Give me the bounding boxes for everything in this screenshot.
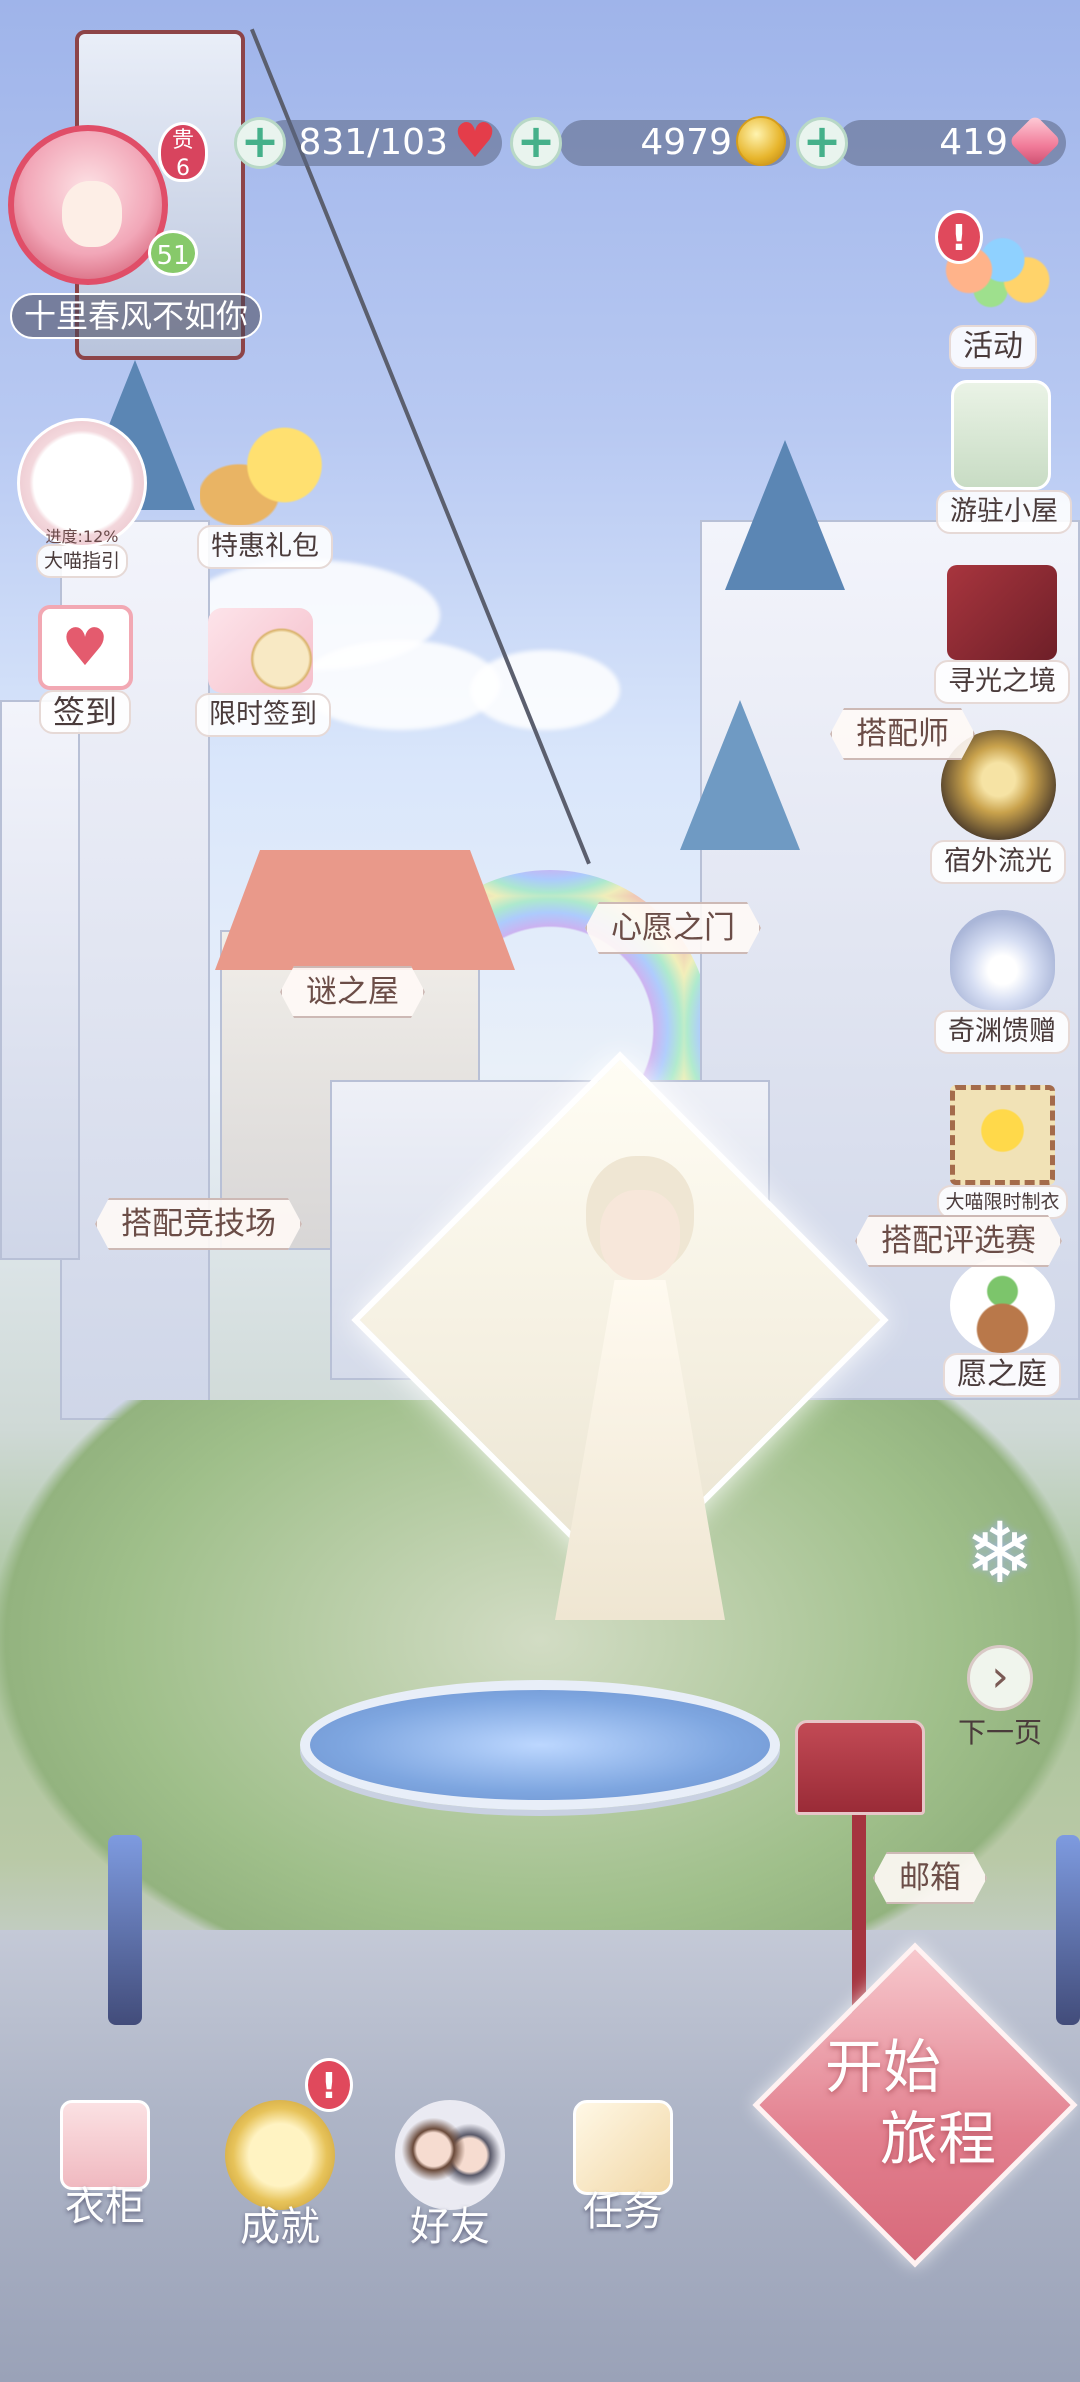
character-figure[interactable] bbox=[555, 1150, 725, 1630]
guide-progress: 进度:12% bbox=[45, 527, 119, 546]
abyss-gift-button[interactable]: 奇渊馈赠 bbox=[932, 910, 1072, 1054]
next-page-label: 下一页 bbox=[957, 1716, 1042, 1749]
wardrobe-icon bbox=[60, 2100, 150, 2190]
heart-icon: ♥ bbox=[453, 113, 497, 169]
vip-label: 贵 bbox=[171, 128, 194, 153]
stylist-sign[interactable]: 搭配师 bbox=[830, 708, 975, 760]
limited-sign-in-label: 限时签到 bbox=[195, 693, 331, 737]
special-pack-label: 特惠礼包 bbox=[197, 525, 333, 569]
character-head bbox=[600, 1190, 680, 1280]
castle-left-wing bbox=[0, 700, 80, 1260]
special-pack-button[interactable]: 特惠礼包 bbox=[195, 425, 335, 569]
sprout-icon bbox=[949, 1258, 1055, 1353]
snowflake-icon[interactable]: ❄ bbox=[955, 1508, 1045, 1598]
vip-badge[interactable]: 贵 6 bbox=[158, 122, 208, 182]
light-quest-button[interactable]: 寻光之境 bbox=[932, 565, 1072, 704]
friends-icon bbox=[395, 2100, 505, 2210]
momo-stamp-icon bbox=[950, 1085, 1055, 1185]
player-name[interactable]: 十里春风不如你 bbox=[10, 293, 262, 339]
clock-calendar-icon bbox=[207, 608, 313, 693]
next-page-icon: › bbox=[967, 1645, 1033, 1711]
lamp-post-left bbox=[108, 1835, 142, 2025]
wish-garden-button[interactable]: 愿之庭 bbox=[932, 1258, 1072, 1397]
add-gold-button[interactable]: + bbox=[510, 117, 562, 169]
activity-alert-badge: ! bbox=[935, 210, 983, 264]
nav-tasks[interactable]: 任务 bbox=[548, 2100, 698, 2237]
castle-right-roof-b bbox=[680, 700, 800, 850]
player-avatar[interactable] bbox=[8, 125, 168, 285]
wish-gate-sign[interactable]: 心愿之门 bbox=[585, 902, 761, 954]
lantern-label: 宿外流光 bbox=[930, 840, 1066, 884]
mailbox-box[interactable] bbox=[795, 1720, 925, 1815]
judge-contest-sign[interactable]: 搭配评选赛 bbox=[855, 1215, 1062, 1267]
cloud bbox=[470, 650, 620, 730]
diamond-counter: 419 bbox=[838, 114, 1066, 168]
nav-achievement[interactable]: 成就 bbox=[205, 2100, 355, 2252]
coin-icon bbox=[736, 116, 786, 166]
next-page-button[interactable]: › 下一页 bbox=[950, 1645, 1050, 1751]
guide-icon: 进度:12% bbox=[17, 418, 147, 548]
light-quest-label: 寻光之境 bbox=[934, 660, 1070, 704]
calendar-heart-icon: ♥ bbox=[37, 605, 133, 690]
sign-in-label: 签到 bbox=[38, 690, 131, 734]
character-dress bbox=[555, 1280, 725, 1620]
limited-sign-in-button[interactable]: 限时签到 bbox=[195, 608, 331, 737]
cottage-icon bbox=[951, 380, 1051, 490]
guide-label: 大喵指引 bbox=[35, 544, 128, 578]
abyss-gift-label: 奇渊馈赠 bbox=[934, 1010, 1070, 1054]
guide-button[interactable]: 进度:12% 大喵指引 bbox=[12, 418, 152, 578]
arena-sign[interactable]: 搭配竞技场 bbox=[95, 1198, 302, 1250]
gem-icon bbox=[1008, 114, 1062, 168]
achievement-alert-badge: ! bbox=[305, 2058, 353, 2112]
gold-counter: 4979 bbox=[560, 116, 790, 166]
nav-wardrobe[interactable]: 衣柜 bbox=[30, 2100, 180, 2232]
tasks-icon bbox=[573, 2100, 673, 2195]
lamp-post-right bbox=[1056, 1835, 1080, 2025]
sign-in-button[interactable]: ♥ 签到 bbox=[25, 605, 145, 734]
mystery-house-sign[interactable]: 谜之屋 bbox=[280, 966, 425, 1018]
gold-value: 4979 bbox=[640, 122, 732, 163]
nav-friends[interactable]: 好友 bbox=[375, 2100, 525, 2252]
fountain bbox=[300, 1680, 780, 1810]
mystery-house-roof bbox=[215, 850, 515, 970]
cottage-label: 游驻小屋 bbox=[936, 490, 1072, 534]
start-journey-line2: 旅程 bbox=[880, 2105, 997, 2173]
add-stamina-button[interactable]: + bbox=[234, 117, 286, 169]
nav-tasks-label: 任务 bbox=[583, 2189, 663, 2235]
cottage-button[interactable]: 游驻小屋 bbox=[936, 380, 1072, 534]
stamina-value: 831/103 bbox=[298, 122, 448, 163]
achievement-medal-icon bbox=[225, 2100, 335, 2210]
mailbox-sign[interactable]: 邮箱 bbox=[873, 1852, 987, 1904]
special-pack-icon bbox=[200, 425, 330, 525]
castle-right-roof-a bbox=[725, 440, 845, 590]
lightquest-icon bbox=[947, 565, 1057, 660]
player-level-badge: 51 bbox=[148, 230, 198, 276]
momo-tailor-label: 大喵限时制衣 bbox=[937, 1185, 1068, 1219]
momo-tailor-button[interactable]: 大喵限时制衣 bbox=[925, 1085, 1080, 1219]
nav-wardrobe-label: 衣柜 bbox=[65, 2184, 145, 2230]
diamond-value: 419 bbox=[939, 122, 1008, 163]
stamina-counter: 831/103 ♥ bbox=[262, 116, 502, 166]
wish-garden-label: 愿之庭 bbox=[943, 1353, 1061, 1397]
shell-icon bbox=[949, 910, 1055, 1010]
vip-level: 6 bbox=[176, 156, 190, 181]
add-diamond-button[interactable]: + bbox=[796, 117, 848, 169]
nav-achievement-label: 成就 bbox=[240, 2204, 320, 2250]
nav-friends-label: 好友 bbox=[410, 2204, 490, 2250]
avatar-face bbox=[62, 181, 122, 247]
activity-label: 活动 bbox=[949, 325, 1037, 369]
